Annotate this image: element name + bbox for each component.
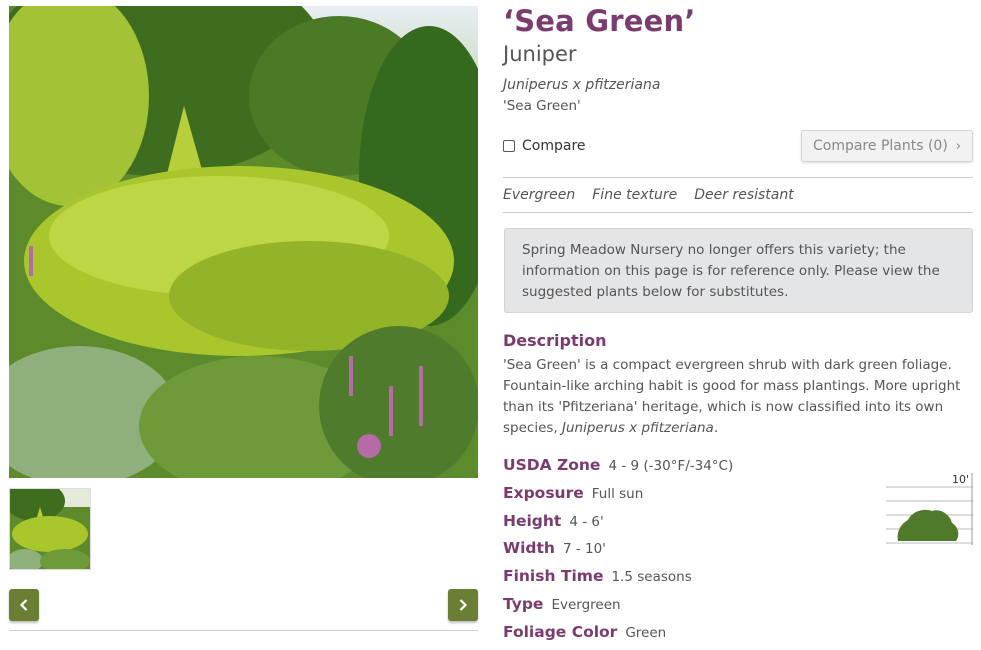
plant-title: ‘Sea Green’ <box>503 4 696 38</box>
attr-foliage-color: Foliage Color Green <box>503 623 667 641</box>
plant-tags: Evergreen Fine texture Deer resistant <box>503 187 794 203</box>
gallery-next-button[interactable] <box>448 589 478 621</box>
gallery-prev-button[interactable] <box>9 589 39 621</box>
divider <box>503 212 973 213</box>
attr-usda-zone: USDA Zone 4 - 9 (-30°F/-34°C) <box>503 456 734 474</box>
compare-checkbox-row[interactable]: Compare <box>503 138 586 154</box>
attr-type: Type Evergreen <box>503 595 621 613</box>
tag: Deer resistant <box>694 187 794 203</box>
tag: Evergreen <box>503 187 576 203</box>
compare-plants-label: Compare Plants (0) <box>812 138 948 154</box>
attr-finish-time: Finish Time 1.5 seasons <box>503 567 692 585</box>
divider <box>503 177 973 178</box>
gallery-divider <box>9 630 478 631</box>
description-heading: Description <box>503 331 607 350</box>
size-chart: 10' <box>886 473 973 545</box>
thumbnail-photo[interactable] <box>9 488 91 570</box>
cultivar-name: 'Sea Green' <box>503 98 581 114</box>
chevron-right-icon <box>459 599 468 611</box>
compare-checkbox[interactable] <box>503 140 515 152</box>
size-chart-scale-label: 10' <box>952 473 969 486</box>
botanical-name: Juniperus x pfitzeriana <box>503 77 661 93</box>
chevron-left-icon <box>19 599 28 611</box>
discontinued-notice: Spring Meadow Nursery no longer offers t… <box>504 228 973 313</box>
chevron-right-icon: › <box>955 138 961 154</box>
compare-checkbox-label: Compare <box>522 138 586 154</box>
compare-plants-button[interactable]: Compare Plants (0) › <box>801 130 973 162</box>
common-name: Juniper <box>503 42 577 66</box>
attr-width: Width 7 - 10' <box>503 539 606 557</box>
tag: Fine texture <box>592 187 678 203</box>
attr-height: Height 4 - 6' <box>503 512 604 530</box>
description-text: 'Sea Green' is a compact evergreen shrub… <box>503 357 961 436</box>
attr-exposure: Exposure Full sun <box>503 484 644 502</box>
main-plant-photo <box>9 6 478 478</box>
